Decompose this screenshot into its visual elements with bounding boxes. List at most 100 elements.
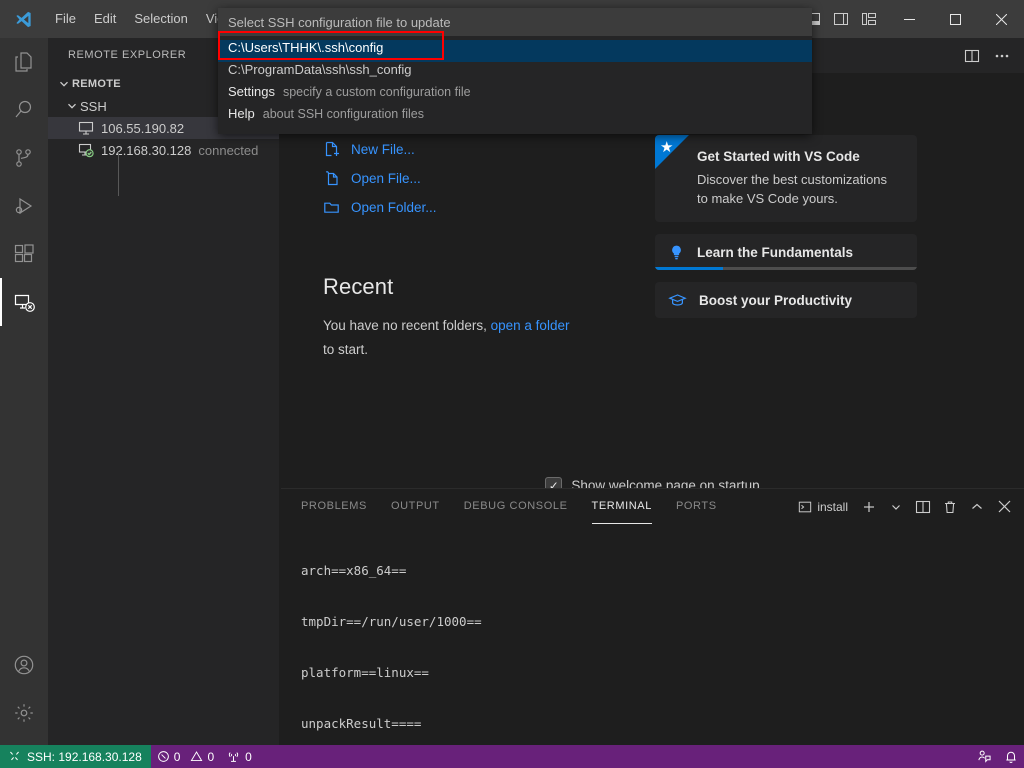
remote-indicator-icon xyxy=(8,750,21,763)
sidebar-item-explorer[interactable] xyxy=(0,38,48,86)
editor-tab-actions xyxy=(958,42,1024,70)
sidebar-item-remote-explorer[interactable] xyxy=(0,278,48,326)
new-file-action[interactable]: New File... xyxy=(323,135,613,164)
panel-actions: install xyxy=(792,495,1024,519)
kill-terminal-icon[interactable] xyxy=(938,495,962,519)
menu-bar: File Edit Selection View xyxy=(46,0,243,38)
walkthrough-card-get-started[interactable]: ★ Get Started with VS Code Discover the … xyxy=(655,135,917,222)
split-terminal-icon[interactable] xyxy=(911,495,935,519)
sidebar-item-search[interactable] xyxy=(0,86,48,134)
status-problems[interactable]: 0 0 xyxy=(151,745,220,768)
close-button[interactable] xyxy=(978,0,1024,38)
error-count: 0 xyxy=(174,750,181,764)
remote-tunnel-icon[interactable] xyxy=(971,745,998,768)
maximize-panel-icon[interactable] xyxy=(965,495,989,519)
warning-icon xyxy=(190,750,203,763)
walkthrough-progress-bar xyxy=(655,267,917,270)
terminal-icon xyxy=(798,500,812,514)
walkthrough-card-productivity[interactable]: Boost your Productivity xyxy=(655,282,917,318)
activity-bar-top xyxy=(0,38,48,326)
sidebar-item-source-control[interactable] xyxy=(0,134,48,182)
more-actions-icon[interactable] xyxy=(988,42,1016,70)
bottom-panel: PROBLEMS OUTPUT DEBUG CONSOLE TERMINAL P… xyxy=(281,488,1024,745)
terminal-line: platform==linux== xyxy=(301,664,1024,681)
tab-terminal[interactable]: TERMINAL xyxy=(592,489,652,524)
tree-label-ssh: SSH xyxy=(80,99,107,114)
quick-pick-placeholder[interactable]: Select SSH configuration file to update xyxy=(218,8,812,36)
quick-pick-item-label: Help xyxy=(228,106,255,121)
minimize-button[interactable] xyxy=(886,0,932,38)
vscode-window: File Edit Selection View xyxy=(0,0,1024,768)
window-controls xyxy=(886,0,1024,38)
chevron-down-icon xyxy=(64,98,80,114)
menu-edit[interactable]: Edit xyxy=(85,0,125,38)
vscode-logo-icon xyxy=(0,0,46,38)
open-folder-label: Open Folder... xyxy=(351,200,437,215)
walkthrough-card-fundamentals[interactable]: Learn the Fundamentals xyxy=(655,234,917,270)
tab-problems[interactable]: PROBLEMS xyxy=(301,489,367,524)
primary-sidebar: REMOTE EXPLORER REMOTE SSH 106.55.190.82 xyxy=(48,38,280,745)
walkthrough-title: Learn the Fundamentals xyxy=(697,245,853,260)
recent-text-after: to start. xyxy=(323,342,368,357)
quick-pick-item-user-config[interactable]: C:\Users\THHK\.ssh\config xyxy=(218,40,812,62)
terminal-line: arch==x86_64== xyxy=(301,562,1024,579)
tree-row-host-2[interactable]: 192.168.30.128 connected xyxy=(48,139,279,161)
open-a-folder-link[interactable]: open a folder xyxy=(491,318,570,333)
split-editor-right-icon[interactable] xyxy=(958,42,986,70)
tree-label-remote: REMOTE xyxy=(72,78,121,90)
quick-pick-dropdown: Select SSH configuration file to update … xyxy=(218,8,812,134)
quick-pick-item-description: about SSH configuration files xyxy=(263,107,424,121)
menu-selection[interactable]: Selection xyxy=(125,0,196,38)
tree-indent-guide xyxy=(118,152,119,196)
welcome-left-column: Start New File... xyxy=(323,95,613,362)
quick-pick-item-settings[interactable]: Settings specify a custom configuration … xyxy=(218,84,812,106)
notifications-bell-icon[interactable] xyxy=(998,745,1024,768)
accounts-icon[interactable] xyxy=(0,641,48,689)
new-file-label: New File... xyxy=(351,142,415,157)
host-status: connected xyxy=(198,143,258,158)
quick-pick-item-label: C:\Users\THHK\.ssh\config xyxy=(228,40,383,55)
terminal-output[interactable]: arch==x86_64== tmpDir==/run/user/1000== … xyxy=(281,524,1024,768)
recent-heading: Recent xyxy=(323,274,613,300)
customize-layout-icon[interactable] xyxy=(856,0,882,38)
status-ports[interactable]: 0 xyxy=(220,745,258,768)
tab-output[interactable]: OUTPUT xyxy=(391,489,440,524)
terminal-tab-install[interactable]: install xyxy=(792,498,854,516)
quick-pick-item-programdata-config[interactable]: C:\ProgramData\ssh\ssh_config xyxy=(218,62,812,84)
activity-bar xyxy=(0,38,48,745)
remote-host-icon xyxy=(78,120,96,136)
host-label: 106.55.190.82 xyxy=(101,121,184,136)
quick-pick-list: C:\Users\THHK\.ssh\config C:\ProgramData… xyxy=(218,36,812,134)
open-folder-icon xyxy=(323,199,340,216)
open-file-action[interactable]: Open File... xyxy=(323,164,613,193)
new-terminal-icon[interactable] xyxy=(857,495,881,519)
walkthrough-card-body: Get Started with VS Code Discover the be… xyxy=(655,135,917,222)
maximize-button[interactable] xyxy=(932,0,978,38)
close-panel-icon[interactable] xyxy=(992,495,1016,519)
sidebar-item-run-debug[interactable] xyxy=(0,182,48,230)
ports-count: 0 xyxy=(245,750,252,764)
quick-pick-item-label: Settings xyxy=(228,84,275,99)
menu-file[interactable]: File xyxy=(46,0,85,38)
tab-debug-console[interactable]: DEBUG CONSOLE xyxy=(464,489,568,524)
toggle-secondary-sidebar-icon[interactable] xyxy=(828,0,854,38)
quick-pick-item-help[interactable]: Help about SSH configuration files xyxy=(218,106,812,128)
ports-broadcast-icon xyxy=(226,750,241,763)
error-icon xyxy=(157,750,170,763)
walkthrough-title: Boost your Productivity xyxy=(699,293,852,308)
terminal-line: tmpDir==/run/user/1000== xyxy=(301,613,1024,630)
terminal-profile-chevron-icon[interactable] xyxy=(884,495,908,519)
settings-gear-icon[interactable] xyxy=(0,689,48,737)
quick-pick-item-label: C:\ProgramData\ssh\ssh_config xyxy=(228,62,412,77)
host-label: 192.168.30.128 xyxy=(101,143,191,158)
remote-label: SSH: 192.168.30.128 xyxy=(27,750,142,764)
recent-empty-text: You have no recent folders, open a folde… xyxy=(323,314,583,362)
status-remote-host[interactable]: SSH: 192.168.30.128 xyxy=(0,745,151,768)
walkthrough-description: Discover the best customizations to make… xyxy=(697,170,901,208)
sidebar-item-extensions[interactable] xyxy=(0,230,48,278)
open-folder-action[interactable]: Open Folder... xyxy=(323,193,613,222)
mortarboard-icon xyxy=(668,292,687,309)
welcome-columns: Start New File... xyxy=(323,95,984,362)
lightbulb-icon xyxy=(668,244,685,261)
tab-ports[interactable]: PORTS xyxy=(676,489,717,524)
